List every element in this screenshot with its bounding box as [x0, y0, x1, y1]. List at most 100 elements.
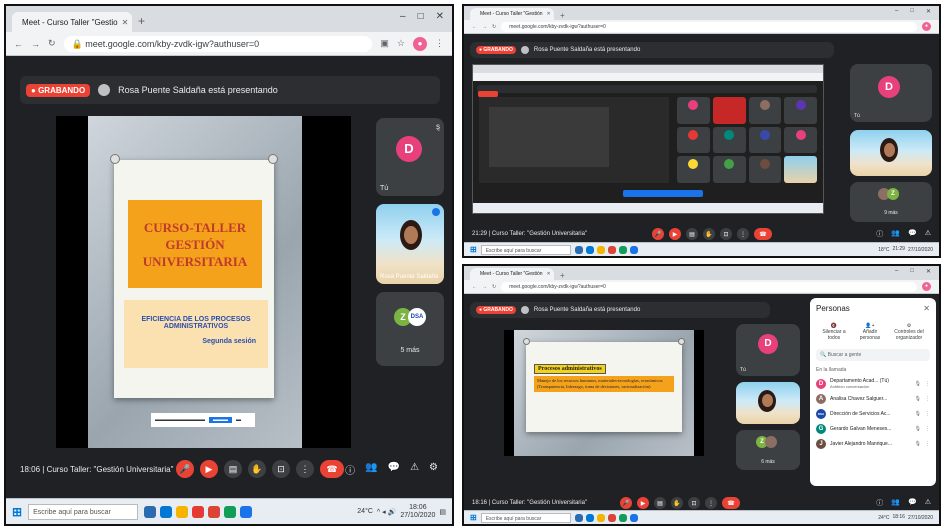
- mic-off-icon[interactable]: 🎤: [620, 497, 632, 509]
- back-icon[interactable]: ←: [472, 284, 477, 290]
- maximize-icon[interactable]: □: [910, 268, 914, 275]
- taskbar-search[interactable]: Escribe aquí para buscar: [480, 512, 571, 523]
- forward-icon[interactable]: →: [31, 39, 40, 49]
- camera-notice-button[interactable]: ▬▬▬: [209, 417, 232, 423]
- people-icon[interactable]: 👥: [365, 462, 377, 477]
- chrome-icon[interactable]: [607, 245, 616, 254]
- browser-tab[interactable]: Meet - Curso Taller "Gestión ✕: [470, 8, 554, 20]
- close-window-icon[interactable]: ✕: [436, 11, 444, 22]
- participant-mic-icon[interactable]: 🎙: [915, 381, 921, 387]
- activities-icon[interactable]: ⚠: [925, 498, 931, 508]
- windows-start-icon[interactable]: ⊞: [12, 505, 22, 519]
- raise-hand-icon[interactable]: ✋: [703, 228, 715, 240]
- close-window-icon[interactable]: ✕: [926, 8, 931, 15]
- presenter-video-tile[interactable]: [850, 130, 932, 176]
- chrome-icon[interactable]: [618, 245, 627, 254]
- self-tile[interactable]: D Tú ȿ: [376, 118, 444, 196]
- task-view-icon[interactable]: [574, 513, 583, 522]
- captions-icon[interactable]: ▤: [224, 460, 242, 478]
- chrome-icon[interactable]: [607, 513, 616, 522]
- participant-mic-icon[interactable]: 🎙: [915, 441, 921, 447]
- url-field[interactable]: meet.google.com/kby-zvdk-igw?authuser=0: [501, 281, 917, 292]
- edge-icon[interactable]: [585, 513, 594, 522]
- participant-more-icon[interactable]: ⋮: [925, 381, 930, 387]
- reload-icon[interactable]: ↻: [48, 38, 56, 49]
- taskbar-search[interactable]: Escribe aquí para buscar: [480, 244, 571, 255]
- minimize-icon[interactable]: –: [895, 268, 898, 275]
- forward-icon[interactable]: →: [482, 24, 487, 30]
- reload-icon[interactable]: ↻: [492, 24, 496, 30]
- chat-icon[interactable]: 💬: [388, 462, 400, 477]
- chat-icon[interactable]: 💬: [908, 229, 917, 239]
- new-tab-icon[interactable]: +: [560, 11, 565, 20]
- participant-mic-icon[interactable]: 🎙: [915, 411, 921, 417]
- presenter-video-tile[interactable]: [736, 382, 800, 424]
- people-icon[interactable]: 👥: [891, 498, 900, 508]
- info-icon[interactable]: ⓘ: [876, 229, 883, 239]
- people-list-item[interactable]: D Departamento Acad... (Tú) Anfitrión conv…: [816, 378, 930, 389]
- people-list-item[interactable]: J Javier Alejandro Manrique... 🎙 ⋮: [816, 439, 930, 449]
- info-icon[interactable]: ⓘ: [345, 462, 355, 477]
- participant-more-icon[interactable]: ⋮: [925, 441, 930, 447]
- explorer-icon[interactable]: [596, 513, 605, 522]
- mic-off-icon[interactable]: 🎤: [176, 460, 194, 478]
- chrome-icon[interactable]: [618, 513, 627, 522]
- presenter-video-tile[interactable]: Rosa Puente Saldaña: [376, 204, 444, 284]
- chrome-icon[interactable]: [208, 505, 221, 518]
- reload-icon[interactable]: ↻: [492, 284, 496, 290]
- new-tab-icon[interactable]: +: [138, 10, 145, 32]
- more-options-icon[interactable]: ⋮: [737, 228, 749, 240]
- maximize-icon[interactable]: □: [910, 8, 914, 15]
- back-icon[interactable]: ←: [472, 24, 477, 30]
- participant-mic-icon[interactable]: 🎙: [915, 396, 921, 402]
- more-participants-tile[interactable]: Z 9 más: [850, 182, 932, 222]
- more-participants-tile[interactable]: Z DSA 5 más: [376, 292, 444, 366]
- people-list-item[interactable]: DSA Dirección de Servicios Ac... 🎙 ⋮: [816, 409, 930, 419]
- url-field[interactable]: 🔒 meet.google.com/kby-zvdk-igw?authuser=…: [63, 35, 373, 52]
- word-icon[interactable]: [240, 505, 253, 518]
- maximize-icon[interactable]: □: [418, 11, 424, 22]
- forward-icon[interactable]: →: [482, 284, 487, 290]
- explorer-icon[interactable]: [176, 505, 189, 518]
- profile-avatar[interactable]: ●: [922, 282, 931, 291]
- camera-off-icon[interactable]: ▶: [637, 497, 649, 509]
- activities-icon[interactable]: ⚠: [410, 462, 419, 477]
- office-icon[interactable]: [192, 505, 205, 518]
- word-icon[interactable]: [629, 245, 638, 254]
- end-call-icon[interactable]: ☎: [320, 460, 344, 478]
- raise-hand-icon[interactable]: ✋: [248, 460, 266, 478]
- star-icon[interactable]: ☆: [397, 38, 405, 49]
- participant-more-icon[interactable]: ⋮: [925, 411, 930, 417]
- browser-tab[interactable]: Meet - Curso Taller "Gestión ✕: [470, 268, 554, 280]
- camera-notice-dismiss[interactable]: ▬: [236, 417, 241, 423]
- end-call-icon[interactable]: ☎: [754, 228, 772, 240]
- captions-icon[interactable]: ▤: [654, 497, 666, 509]
- end-call-icon[interactable]: ☎: [722, 497, 740, 509]
- camera-permission-icon[interactable]: ▣: [380, 38, 389, 49]
- add-people-button[interactable]: 👤+ Añadir personas: [852, 323, 888, 341]
- participant-more-icon[interactable]: ⋮: [925, 426, 930, 432]
- close-tab-icon[interactable]: ✕: [122, 18, 129, 27]
- participant-more-icon[interactable]: ⋮: [925, 396, 930, 402]
- chrome-icon[interactable]: [224, 505, 237, 518]
- back-icon[interactable]: ←: [14, 39, 23, 49]
- minimize-icon[interactable]: –: [895, 8, 898, 15]
- info-icon[interactable]: ⓘ: [876, 498, 883, 508]
- word-icon[interactable]: [629, 513, 638, 522]
- mic-off-icon[interactable]: 🎤: [652, 228, 664, 240]
- people-list-item[interactable]: G Gerardo Galvan Meneses... 🎙 ⋮: [816, 424, 930, 434]
- present-icon[interactable]: ⊡: [688, 497, 700, 509]
- task-view-icon[interactable]: [144, 505, 157, 518]
- close-window-icon[interactable]: ✕: [926, 268, 931, 275]
- url-field[interactable]: meet.google.com/kby-zvdk-igw?authuser=0: [501, 21, 917, 32]
- taskbar-search[interactable]: Escribe aquí para buscar: [28, 503, 139, 520]
- chat-icon[interactable]: 💬: [908, 498, 917, 508]
- more-options-icon[interactable]: ⋮: [705, 497, 717, 509]
- profile-avatar[interactable]: ●: [922, 22, 931, 31]
- close-tab-icon[interactable]: ✕: [547, 11, 551, 17]
- chrome-menu-icon[interactable]: ⋮: [435, 38, 444, 49]
- explorer-icon[interactable]: [596, 245, 605, 254]
- lock-settings-icon[interactable]: ⚙: [429, 462, 438, 477]
- present-icon[interactable]: ⊡: [720, 228, 732, 240]
- activities-icon[interactable]: ⚠: [925, 229, 931, 239]
